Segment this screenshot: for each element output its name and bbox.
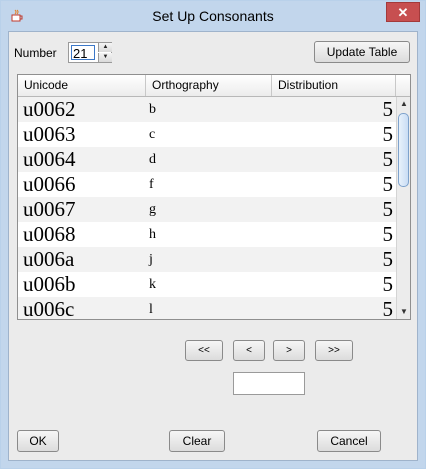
column-header-unicode[interactable]: Unicode	[18, 75, 146, 96]
cell-distribution: 5	[382, 147, 394, 171]
ok-button[interactable]: OK	[17, 430, 59, 452]
cell-orthography: g	[149, 202, 156, 217]
cell-orthography: k	[149, 277, 156, 292]
cell-orthography: l	[149, 302, 153, 317]
title-bar[interactable]: Set Up Consonants ✕	[1, 1, 425, 31]
cancel-button[interactable]: Cancel	[317, 430, 381, 452]
cell-unicode: u0064	[23, 147, 76, 171]
table-row[interactable]: u006c l 5	[18, 297, 396, 319]
cell-unicode: u0063	[23, 122, 76, 146]
close-button[interactable]: ✕	[386, 2, 420, 22]
table-row[interactable]: u0063 c 5	[18, 122, 396, 147]
cell-distribution: 5	[382, 272, 394, 296]
scroll-up-icon[interactable]: ▲	[397, 97, 410, 111]
cell-distribution: 5	[382, 97, 394, 121]
cell-orthography: b	[149, 102, 156, 117]
last-page-button[interactable]: >>	[315, 340, 353, 361]
consonant-table: Unicode Orthography Distribution u0062 b…	[17, 74, 411, 320]
first-page-button[interactable]: <<	[185, 340, 223, 361]
cell-distribution: 5	[382, 197, 394, 221]
scroll-thumb[interactable]	[398, 113, 409, 187]
cell-orthography: h	[149, 227, 156, 242]
cell-orthography: j	[149, 252, 153, 267]
table-row[interactable]: u0067 g 5	[18, 197, 396, 222]
cell-unicode: u0062	[23, 97, 76, 121]
clear-button[interactable]: Clear	[169, 430, 225, 452]
column-header-orthography[interactable]: Orthography	[146, 75, 272, 96]
dialog-window: Set Up Consonants ✕ Number 21 ▲ ▼ Update…	[0, 0, 426, 469]
cell-orthography: d	[149, 152, 156, 167]
page-number-field[interactable]	[233, 372, 305, 395]
table-row[interactable]: u006a j 5	[18, 247, 396, 272]
number-input[interactable]: 21	[71, 45, 95, 61]
spin-down-icon[interactable]: ▼	[98, 53, 112, 62]
table-row[interactable]: u0064 d 5	[18, 147, 396, 172]
cell-distribution: 5	[382, 247, 394, 271]
scroll-down-icon[interactable]: ▼	[397, 305, 410, 319]
cell-unicode: u006a	[23, 247, 75, 271]
table-row[interactable]: u0062 b 5	[18, 97, 396, 122]
dialog-content: Number 21 ▲ ▼ Update Table Unicode Ortho…	[8, 31, 418, 461]
cell-distribution: 5	[382, 172, 394, 196]
table-corner	[396, 75, 410, 97]
column-header-distribution[interactable]: Distribution	[272, 75, 396, 96]
table-body: u0062 b 5 u0063 c 5 u0064 d 5 u0066 f 5 …	[18, 97, 396, 319]
spin-up-icon[interactable]: ▲	[98, 43, 112, 52]
window-title: Set Up Consonants	[152, 8, 274, 24]
previous-page-button[interactable]: <	[233, 340, 265, 361]
table-row[interactable]: u006b k 5	[18, 272, 396, 297]
cell-unicode: u0068	[23, 222, 76, 246]
table-row[interactable]: u0068 h 5	[18, 222, 396, 247]
cell-distribution: 5	[382, 222, 394, 246]
number-spinner[interactable]: 21 ▲ ▼	[68, 42, 112, 63]
cell-orthography: c	[149, 127, 156, 142]
cell-unicode: u006b	[23, 272, 76, 296]
cell-distribution: 5	[382, 297, 394, 319]
number-label: Number	[14, 46, 57, 60]
cell-unicode: u0067	[23, 197, 76, 221]
cell-unicode: u0066	[23, 172, 76, 196]
cell-orthography: f	[149, 177, 154, 192]
table-scrollbar[interactable]: ▲ ▼	[396, 97, 410, 319]
next-page-button[interactable]: >	[273, 340, 305, 361]
table-row[interactable]: u0066 f 5	[18, 172, 396, 197]
cell-unicode: u006c	[23, 297, 75, 319]
cell-distribution: 5	[382, 122, 394, 146]
update-table-button[interactable]: Update Table	[314, 41, 410, 63]
table-header: Unicode Orthography Distribution	[18, 75, 396, 97]
